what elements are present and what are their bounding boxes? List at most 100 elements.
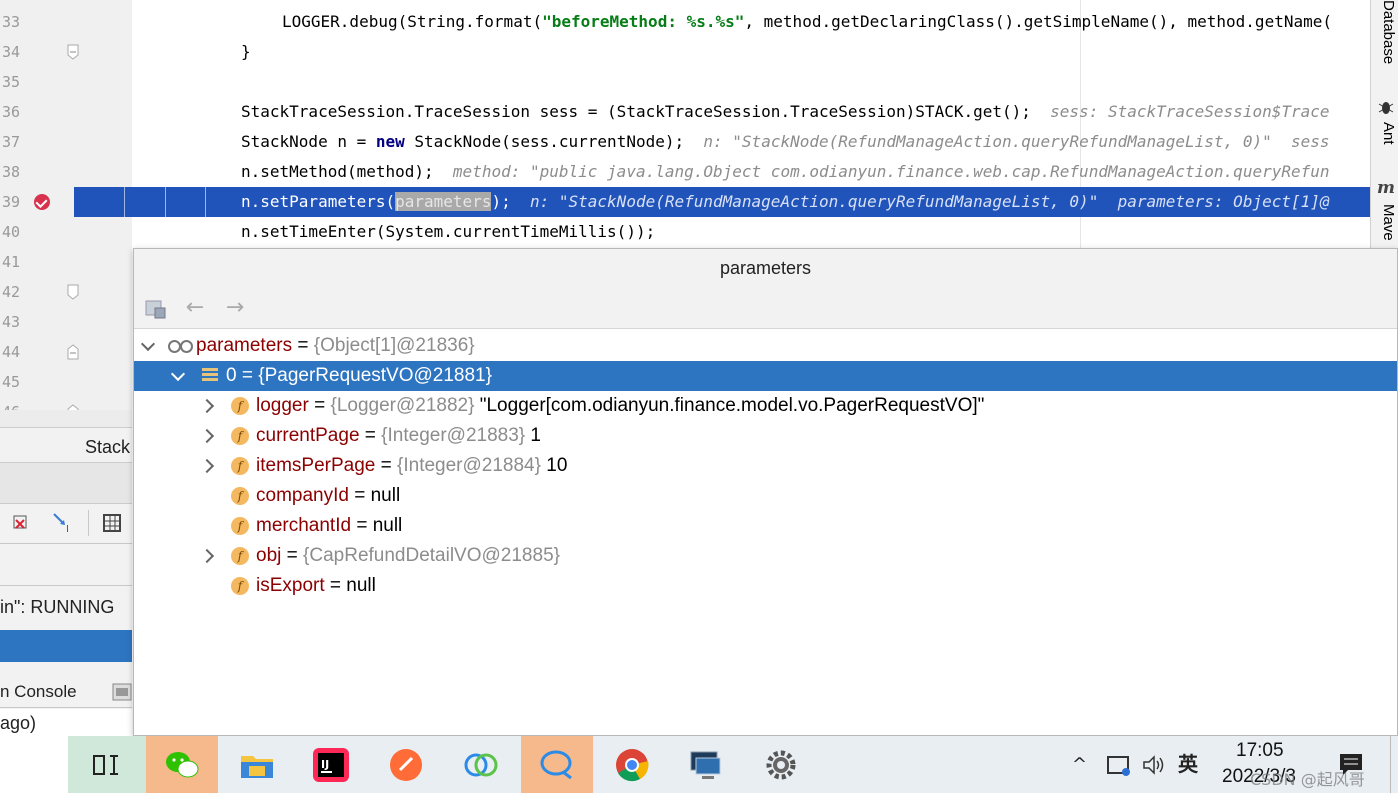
ant-tab[interactable]: Ant: [1373, 122, 1397, 145]
taskbar-postman[interactable]: [370, 736, 442, 793]
task-view-button[interactable]: [68, 736, 146, 793]
field-name: obj: [256, 545, 282, 566]
variable-type: {Object[1]@21836}: [313, 335, 475, 356]
popup-title[interactable]: parameters: [134, 249, 1397, 287]
forward-arrow-icon[interactable]: →: [222, 295, 248, 321]
code-segment: n.setMethod(method);: [241, 162, 434, 181]
keyword: new: [375, 132, 405, 151]
code-line[interactable]: 33 LOGGER.debug(String.format("beforeMet…: [0, 7, 1370, 37]
divider: [0, 543, 132, 544]
code-line[interactable]: 35: [0, 67, 1370, 97]
code-text: LOGGER.debug(String.format("beforeMethod…: [282, 7, 1332, 37]
field-value: null: [346, 575, 376, 596]
variable-inspector-popup[interactable]: parameters ← → parameters = {Object[1]@2…: [133, 248, 1398, 736]
maven-icon: m: [1377, 178, 1395, 198]
divider: [0, 707, 132, 708]
taskbar-wechat[interactable]: [146, 736, 218, 793]
input-method-indicator[interactable]: 英: [1178, 736, 1198, 793]
thread-status-text: in": RUNNING: [0, 592, 132, 622]
volume-icon[interactable]: [1142, 754, 1166, 776]
clock-time[interactable]: 17:05: [1236, 740, 1284, 762]
selected-frame-row[interactable]: [0, 630, 132, 662]
taskbar-file-explorer[interactable]: [221, 736, 293, 793]
column-divider: [124, 187, 125, 217]
watch-glasses-icon: [168, 340, 193, 353]
tree-row-field[interactable]: f merchantId = null: [134, 511, 1397, 541]
current-execution-line[interactable]: 39 n.setParameters(parameters); n: "Stac…: [0, 187, 1370, 217]
field-value: null: [372, 515, 403, 536]
tree-row-field[interactable]: f itemsPerPage = {Integer@21884} 10: [134, 451, 1397, 481]
tree-row-field[interactable]: f logger = {Logger@21882} "Logger[com.od…: [134, 391, 1397, 421]
console-layout-icon[interactable]: [112, 683, 132, 701]
tree-row-element[interactable]: 0 = {PagerRequestVO@21881}: [134, 361, 1397, 391]
variable-name: 0: [226, 365, 237, 386]
network-icon[interactable]: [1106, 755, 1132, 777]
step-into-icon[interactable]: I: [52, 512, 76, 534]
app-swirl-icon: [464, 753, 498, 777]
taskbar-remote-desktop[interactable]: [670, 736, 742, 793]
variable-tree[interactable]: parameters = {Object[1]@21836} 0 = {Page…: [134, 331, 1397, 601]
code-line[interactable]: 40 n.setTimeEnter(System.currentTimeMill…: [0, 217, 1370, 247]
chevron-right-icon[interactable]: [200, 541, 216, 571]
field-icon: f: [231, 427, 249, 445]
breakpoint-icon[interactable]: [34, 194, 50, 210]
tree-row-root[interactable]: parameters = {Object[1]@21836}: [134, 331, 1397, 361]
inline-debug-hint: n: "StackNode(RefundManageAction.queryRe…: [529, 192, 1330, 211]
tree-row-field[interactable]: f isExport = null: [134, 571, 1397, 601]
tree-row-text: parameters = {Object[1]@21836}: [196, 331, 475, 361]
database-tab[interactable]: Database: [1373, 0, 1397, 64]
tree-row-field[interactable]: f companyId = null: [134, 481, 1397, 511]
taskbar-app[interactable]: [445, 736, 517, 793]
chevron-right-icon[interactable]: [200, 421, 216, 451]
code-line[interactable]: 37 StackNode n = new StackNode(sess.curr…: [0, 127, 1370, 157]
field-value: "Logger[com.odianyun.finance.model.vo.Pa…: [474, 395, 985, 416]
code-line[interactable]: 34 }: [0, 37, 1370, 67]
taskbar-chat-app[interactable]: [521, 736, 593, 793]
inline-debug-hint: sess: StackTraceSession$Trace: [1050, 102, 1330, 121]
field-name: itemsPerPage: [256, 455, 376, 476]
field-name: companyId: [256, 485, 349, 506]
field-value: 10: [540, 455, 568, 476]
equals-sign: =: [292, 335, 314, 356]
tree-row-field[interactable]: f obj = {CapRefundDetailVO@21885}: [134, 541, 1397, 571]
field-name: merchantId: [256, 515, 352, 536]
tree-row-text: 0 = {PagerRequestVO@21881}: [226, 361, 492, 391]
show-desktop-button[interactable]: [1390, 736, 1398, 793]
navigate-icon[interactable]: [145, 298, 169, 320]
code-text: StackNode n = new StackNode(sess.current…: [241, 127, 1330, 157]
taskbar-chrome[interactable]: [596, 736, 668, 793]
field-icon: f: [231, 517, 249, 535]
taskbar-settings[interactable]: [745, 736, 817, 793]
chevron-up-icon[interactable]: ^: [1072, 736, 1087, 793]
tree-row-text: itemsPerPage = {Integer@21884} 10: [256, 455, 568, 476]
taskbar-intellij[interactable]: IJ: [295, 736, 367, 793]
chat-bubble-icon: [540, 750, 572, 780]
fold-marker-icon[interactable]: [67, 344, 79, 360]
chevron-down-icon[interactable]: [170, 361, 186, 391]
chevron-right-icon[interactable]: [200, 391, 216, 421]
tree-row-field[interactable]: f currentPage = {Integer@21883} 1: [134, 421, 1397, 451]
drop-frame-icon[interactable]: [12, 512, 34, 534]
right-tool-strip: Database Ant m Mave: [1370, 0, 1398, 250]
fold-marker-icon[interactable]: [67, 284, 79, 300]
variable-name: parameters: [196, 335, 293, 356]
svg-text:IJ: IJ: [321, 758, 329, 771]
chevron-right-icon[interactable]: [200, 451, 216, 481]
code-line[interactable]: 38 n.setMethod(method); method: "public …: [0, 157, 1370, 187]
back-arrow-icon[interactable]: ←: [182, 295, 208, 321]
stack-tab-label[interactable]: Stack: [0, 432, 132, 462]
code-line[interactable]: 36 StackTraceSession.TraceSession sess =…: [0, 97, 1370, 127]
maven-tab[interactable]: Mave: [1373, 204, 1397, 241]
line-number: 40: [1, 223, 20, 241]
code-segment: StackTraceSession.TraceSession sess = (S…: [241, 102, 1031, 121]
fold-marker-icon[interactable]: [67, 44, 79, 60]
notification-icon[interactable]: [1338, 752, 1364, 776]
line-number: 42: [1, 283, 20, 301]
tree-row-text: merchantId = null: [256, 515, 403, 536]
evaluate-table-icon[interactable]: [103, 514, 121, 532]
scrollbar-area[interactable]: [0, 410, 132, 428]
wechat-icon: [166, 752, 199, 778]
chevron-down-icon[interactable]: [140, 331, 156, 361]
selected-expression[interactable]: parameters: [395, 192, 492, 211]
line-number: 44: [1, 343, 20, 361]
